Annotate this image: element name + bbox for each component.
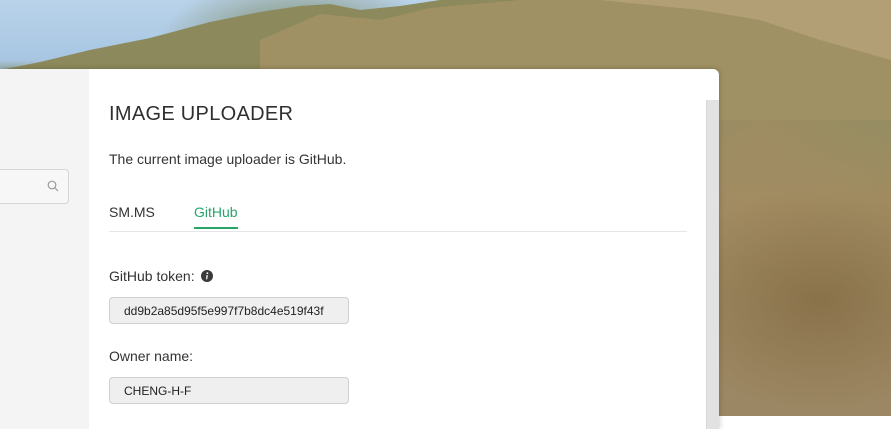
github-token-label-row: GitHub token: bbox=[109, 268, 213, 284]
search-input[interactable] bbox=[0, 169, 69, 204]
uploader-tabs: SM.MS GitHub bbox=[109, 200, 687, 232]
tab-smms[interactable]: SM.MS bbox=[109, 204, 155, 227]
owner-name-label: Owner name: bbox=[109, 348, 194, 364]
search-icon bbox=[47, 180, 59, 192]
tab-github[interactable]: GitHub bbox=[194, 204, 238, 229]
owner-name-label-row: Owner name: bbox=[109, 348, 193, 364]
info-icon[interactable] bbox=[200, 270, 213, 282]
owner-name-field[interactable] bbox=[109, 377, 349, 404]
page-title: IMAGE UPLOADER bbox=[109, 103, 294, 125]
github-token-field[interactable] bbox=[109, 297, 349, 324]
sidebar bbox=[0, 69, 89, 429]
current-uploader-text: The current image uploader is GitHub. bbox=[109, 151, 347, 167]
scrollbar[interactable] bbox=[706, 100, 719, 429]
github-token-label: GitHub token: bbox=[109, 268, 195, 284]
uploader-settings-panel: IMAGE UPLOADER The current image uploade… bbox=[89, 69, 706, 429]
settings-window: IMAGE UPLOADER The current image uploade… bbox=[0, 69, 719, 429]
